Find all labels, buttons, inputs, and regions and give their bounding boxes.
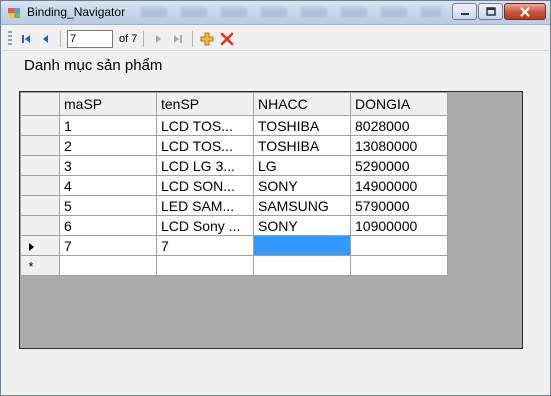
cell-masp[interactable]: 3 [59, 155, 157, 176]
delete-icon [221, 32, 234, 45]
table-row-current[interactable]: 7 7 [20, 235, 448, 256]
new-row-icon: * [28, 258, 34, 274]
cell-nhacc[interactable]: SAMSUNG [253, 195, 351, 216]
cell-tensp[interactable]: 7 [156, 235, 254, 256]
blurred-background-menu [141, 7, 441, 17]
minimize-icon [460, 12, 469, 15]
binding-navigator-toolbar: 7 of 7 [2, 27, 549, 51]
current-row-arrow-icon [28, 242, 34, 251]
cell-dongia[interactable] [350, 235, 448, 256]
cell-tensp[interactable]: LCD TOS... [156, 115, 254, 136]
window-title: Binding_Navigator [27, 5, 126, 19]
cell-masp[interactable]: 7 [59, 235, 157, 256]
cell-nhacc[interactable] [253, 255, 351, 276]
cell-nhacc[interactable]: LG [253, 155, 351, 176]
cell-nhacc[interactable]: TOSHIBA [253, 115, 351, 136]
table-row[interactable]: 1 LCD TOS... TOSHIBA 8028000 [20, 115, 448, 136]
table-row[interactable]: 5 LED SAM... SAMSUNG 5790000 [20, 195, 448, 216]
cell-dongia[interactable]: 14900000 [350, 175, 448, 196]
move-next-icon [156, 34, 162, 43]
column-header-nhacc[interactable]: NHACC [253, 92, 351, 116]
cell-masp[interactable]: 1 [59, 115, 157, 136]
row-header[interactable] [20, 135, 60, 156]
cell-dongia[interactable]: 8028000 [350, 115, 448, 136]
table-row[interactable]: 4 LCD SON... SONY 14900000 [20, 175, 448, 196]
cell-tensp[interactable]: LCD SON... [156, 175, 254, 196]
delete-button[interactable] [217, 29, 237, 49]
row-header[interactable] [20, 175, 60, 196]
count-label: of 7 [119, 32, 138, 45]
data-grid[interactable]: maSP tenSP NHACC DONGIA 1 LCD TOS... TOS… [19, 91, 523, 349]
move-last-button[interactable] [168, 29, 188, 49]
app-window: Binding_Navigator 7 of 7 Danh mục sản ph… [0, 0, 551, 396]
column-header-masp[interactable]: maSP [59, 92, 157, 116]
move-next-button[interactable] [148, 29, 168, 49]
title-bar[interactable]: Binding_Navigator [1, 1, 550, 25]
toolbar-separator [192, 30, 194, 47]
add-new-button[interactable] [197, 29, 217, 49]
table-row[interactable]: 2 LCD TOS... TOSHIBA 13080000 [20, 135, 448, 156]
cell-dongia[interactable]: 13080000 [350, 135, 448, 156]
cell-dongia[interactable] [350, 255, 448, 276]
cell-tensp[interactable]: LED SAM... [156, 195, 254, 216]
row-header[interactable] [20, 115, 60, 136]
cell-tensp[interactable] [156, 255, 254, 276]
row-header-current[interactable] [20, 235, 60, 256]
maximize-button[interactable] [478, 3, 503, 20]
cell-dongia[interactable]: 5790000 [350, 195, 448, 216]
row-header-new[interactable]: * [20, 255, 60, 276]
column-header-dongia[interactable]: DONGIA [350, 92, 448, 116]
cell-masp[interactable]: 6 [59, 215, 157, 236]
toolbar-separator [143, 30, 145, 47]
move-last-icon [174, 34, 183, 43]
cell-tensp[interactable]: LCD TOS... [156, 135, 254, 156]
row-header[interactable] [20, 195, 60, 216]
cell-nhacc[interactable]: SONY [253, 215, 351, 236]
grid-header-row: maSP tenSP NHACC DONGIA [20, 92, 448, 116]
move-first-button[interactable] [16, 29, 36, 49]
table-row-new[interactable]: * [20, 255, 448, 276]
cell-masp[interactable]: 5 [59, 195, 157, 216]
row-header[interactable] [20, 155, 60, 176]
cell-masp[interactable]: 2 [59, 135, 157, 156]
row-header[interactable] [20, 215, 60, 236]
close-icon [520, 6, 530, 17]
toolbar-grip[interactable] [8, 30, 12, 47]
cell-tensp[interactable]: LCD LG 3... [156, 155, 254, 176]
toolbar-separator [60, 30, 61, 47]
move-previous-button[interactable] [36, 29, 56, 49]
cell-nhacc-selected[interactable] [253, 235, 351, 256]
table-row[interactable]: 3 LCD LG 3... LG 5290000 [20, 155, 448, 176]
move-first-icon [22, 34, 30, 43]
add-icon [200, 32, 214, 45]
cell-dongia[interactable]: 10900000 [350, 215, 448, 236]
cell-masp[interactable] [59, 255, 157, 276]
column-header-tensp[interactable]: tenSP [156, 92, 254, 116]
section-label: Danh mục sản phẩm [24, 57, 163, 74]
cell-tensp[interactable]: LCD Sony ... [156, 215, 254, 236]
app-icon [8, 8, 20, 18]
minimize-button[interactable] [452, 3, 477, 20]
cell-masp[interactable]: 4 [59, 175, 157, 196]
cell-nhacc[interactable]: SONY [253, 175, 351, 196]
table-row[interactable]: 6 LCD Sony ... SONY 10900000 [20, 215, 448, 236]
position-input[interactable]: 7 [67, 29, 113, 48]
grid-corner-header[interactable] [20, 92, 60, 116]
cell-dongia[interactable]: 5290000 [350, 155, 448, 176]
move-previous-icon [43, 34, 48, 43]
maximize-icon [485, 7, 496, 16]
cell-nhacc[interactable]: TOSHIBA [253, 135, 351, 156]
close-button[interactable] [504, 3, 546, 20]
